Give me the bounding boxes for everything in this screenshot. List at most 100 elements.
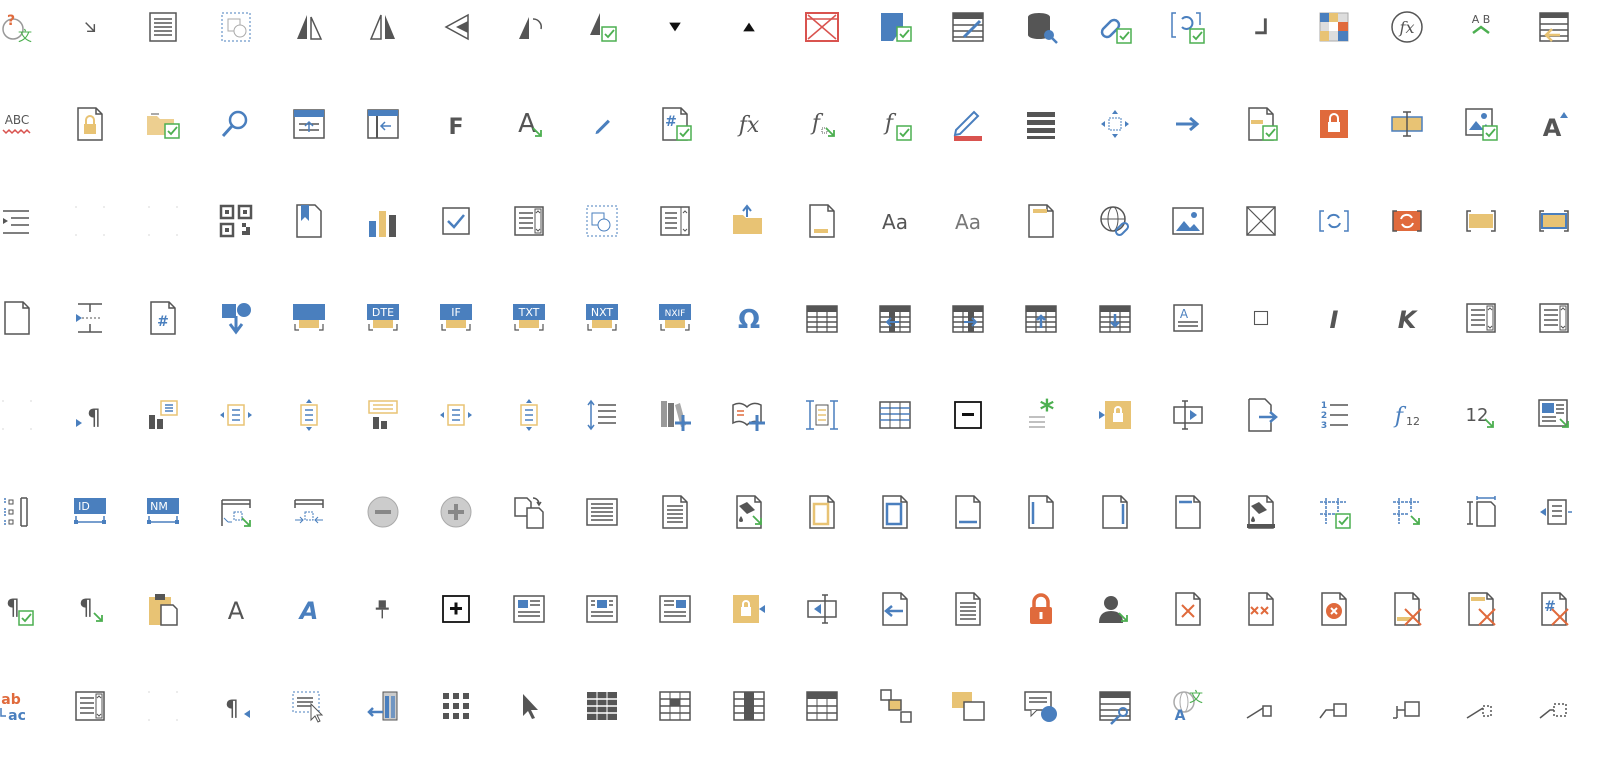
font-case-icon[interactable]: Aa	[858, 172, 931, 270]
align-objects-icon[interactable]	[858, 657, 931, 755]
fill-bucket-icon[interactable]	[1224, 463, 1297, 561]
number-arrow-icon[interactable]: 12	[1444, 366, 1517, 464]
fill-page-icon[interactable]	[712, 463, 785, 561]
autocorrect-icon[interactable]: ab ac	[0, 657, 53, 755]
open-book-add-icon[interactable]	[712, 366, 785, 464]
id-field-icon[interactable]: ID	[53, 463, 126, 561]
paste-icon[interactable]	[126, 560, 199, 658]
lock-field-icon[interactable]	[1078, 366, 1151, 464]
translate-icon[interactable]: A文	[1151, 657, 1224, 755]
rotate-left-icon[interactable]	[419, 0, 492, 76]
document-lines-icon[interactable]	[639, 463, 712, 561]
list-horizontal-icon[interactable]	[200, 366, 273, 464]
document-icon[interactable]	[932, 560, 1005, 658]
omega-symbol-icon[interactable]: Ω	[712, 269, 785, 367]
collapse-box-icon[interactable]	[932, 366, 1005, 464]
square-icon[interactable]	[1224, 269, 1297, 367]
delete-circle-page-icon[interactable]	[1298, 560, 1371, 658]
function-circle-icon[interactable]: fx	[1371, 0, 1444, 76]
page-number-check-icon[interactable]: #	[639, 75, 712, 173]
table-key-icon[interactable]	[1078, 657, 1151, 755]
field-yellow-icon[interactable]	[1444, 172, 1517, 270]
paragraph-arrow-icon[interactable]: ¶	[53, 366, 126, 464]
date-field-icon[interactable]: DTE	[346, 269, 419, 367]
delete-page-icon[interactable]	[1151, 560, 1224, 658]
indent-icon[interactable]	[0, 172, 53, 270]
add-books-icon[interactable]	[639, 366, 712, 464]
arrow-right-icon[interactable]	[1151, 75, 1224, 173]
flip-check-icon[interactable]	[566, 0, 639, 76]
text-field-icon[interactable]	[1371, 75, 1444, 173]
page-lines-icon[interactable]	[126, 0, 199, 76]
nm-field-icon[interactable]: NM	[126, 463, 199, 561]
form-list-2-icon[interactable]	[1444, 269, 1517, 367]
function-arrow-icon[interactable]: f	[785, 75, 858, 173]
select-cursor-icon[interactable]	[273, 657, 346, 755]
resize-arrow-icon[interactable]	[53, 0, 126, 76]
locked-document-icon[interactable]	[53, 75, 126, 173]
shape-callout-icon[interactable]	[1224, 657, 1297, 755]
paragraph-left-icon[interactable]: ¶	[200, 657, 273, 755]
corner-icon[interactable]	[1224, 0, 1297, 76]
asterisk-list-icon[interactable]: *	[1005, 366, 1078, 464]
header-arrow-icon[interactable]	[200, 463, 273, 561]
page-border-left-icon[interactable]	[1005, 463, 1078, 561]
user-arrow-icon[interactable]	[1078, 560, 1151, 658]
table-arrow-icon[interactable]	[1371, 463, 1444, 561]
header-center-icon[interactable]	[273, 463, 346, 561]
lock-orange-icon[interactable]	[1298, 75, 1371, 173]
form-scroll-icon[interactable]	[639, 172, 712, 270]
field-blue-yellow-icon[interactable]	[1517, 172, 1590, 270]
lock-red-icon[interactable]	[1005, 560, 1078, 658]
page-number-icon[interactable]: #	[126, 269, 199, 367]
no-image-icon[interactable]	[785, 0, 858, 76]
grid-dots-icon[interactable]	[419, 657, 492, 755]
flip-horizontal-icon[interactable]	[273, 0, 346, 76]
database-key-icon[interactable]	[1005, 0, 1078, 76]
triangle-down-icon[interactable]	[639, 0, 712, 76]
table-insert-left-icon[interactable]	[858, 269, 931, 367]
delete-header-icon[interactable]	[1444, 560, 1517, 658]
page-header-icon[interactable]	[1005, 172, 1078, 270]
paragraph-arrow-2-icon[interactable]: ¶	[53, 560, 126, 658]
table-export-icon[interactable]	[1517, 0, 1590, 76]
function-12-icon[interactable]: f 12	[1371, 366, 1444, 464]
blank-icon-4[interactable]	[126, 657, 199, 755]
newspaper-icon[interactable]	[492, 560, 565, 658]
function-check-icon[interactable]: f	[858, 75, 931, 173]
table-center-row-icon[interactable]	[639, 657, 712, 755]
shape-callout-dash-2-icon[interactable]	[1517, 657, 1590, 755]
document-text-icon[interactable]	[566, 463, 639, 561]
newspaper-right-icon[interactable]	[639, 560, 712, 658]
numbered-list-icon[interactable]: 123	[1298, 366, 1371, 464]
page-footer-icon[interactable]	[785, 172, 858, 270]
export-page-icon[interactable]	[1224, 366, 1297, 464]
web-link-icon[interactable]	[1078, 172, 1151, 270]
mirror-icon[interactable]	[346, 0, 419, 76]
expand-box-icon[interactable]	[419, 560, 492, 658]
page-break-icon[interactable]	[53, 269, 126, 367]
italic-icon[interactable]: I	[1298, 269, 1371, 367]
page-border-top-icon[interactable]	[1151, 463, 1224, 561]
paragraph-check-icon[interactable]: ¶	[0, 560, 53, 658]
blank-page-icon[interactable]	[0, 269, 53, 367]
refresh-field-check-icon[interactable]	[1151, 0, 1224, 76]
add-circle-icon[interactable]	[419, 463, 492, 561]
table-insert-below-icon[interactable]	[1078, 269, 1151, 367]
image-arrow-icon[interactable]	[1517, 366, 1590, 464]
delete-number-icon[interactable]: #	[1517, 560, 1590, 658]
comment-shape-icon[interactable]	[1005, 657, 1078, 755]
font-case-light-icon[interactable]: Aa	[932, 172, 1005, 270]
table-icon[interactable]	[785, 269, 858, 367]
spell-check-icon[interactable]: ABC	[0, 75, 53, 173]
table-check-icon[interactable]	[1298, 463, 1371, 561]
triangle-up-icon[interactable]	[712, 0, 785, 76]
list-bars-icon[interactable]	[1005, 75, 1078, 173]
form-list-icon[interactable]	[492, 172, 565, 270]
shape-callout-dash-icon[interactable]	[1444, 657, 1517, 755]
checkbox-icon[interactable]	[419, 172, 492, 270]
shape-callout-3-icon[interactable]	[1371, 657, 1444, 755]
next-field-icon[interactable]: NXT	[566, 269, 639, 367]
lock-arrow-icon[interactable]	[712, 560, 785, 658]
form-list-4-icon[interactable]	[53, 657, 126, 755]
